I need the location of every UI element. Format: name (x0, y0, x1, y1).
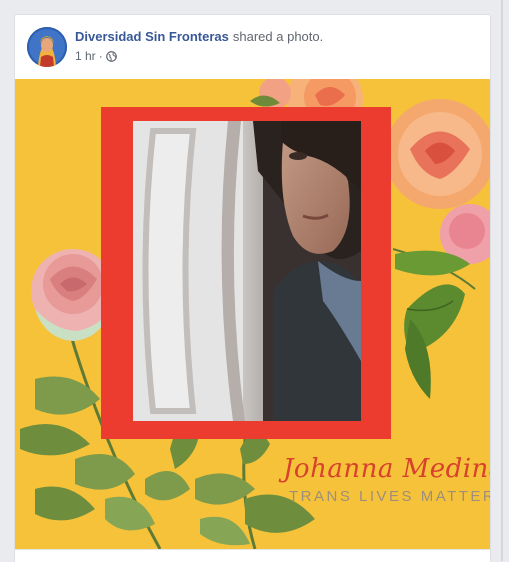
post-meta: Diversidad Sin Fronteras shared a photo. (75, 29, 323, 44)
name-signature: Johanna Medina (283, 454, 490, 484)
portrait-photo (133, 121, 361, 421)
meta-separator: · (98, 49, 103, 63)
avatar[interactable] (27, 27, 67, 67)
leaves-right (392, 248, 476, 399)
post-footer (15, 549, 490, 562)
avatar-image (27, 27, 67, 67)
post-timeline: 1 hr · (75, 49, 117, 63)
post-action-text: shared a photo. (232, 29, 324, 44)
tagline: TRANS LIVES MATTER (289, 488, 490, 505)
author-name[interactable]: Diversidad Sin Fronteras (75, 29, 229, 44)
scrollbar-track[interactable] (501, 0, 503, 561)
globe-icon[interactable] (105, 50, 117, 62)
post-card: Diversidad Sin Fronteras shared a photo. … (14, 14, 491, 562)
post-photo[interactable]: Johanna Medina TRANS LIVES MATTER (15, 79, 490, 549)
post-timestamp[interactable]: 1 hr (75, 49, 96, 63)
